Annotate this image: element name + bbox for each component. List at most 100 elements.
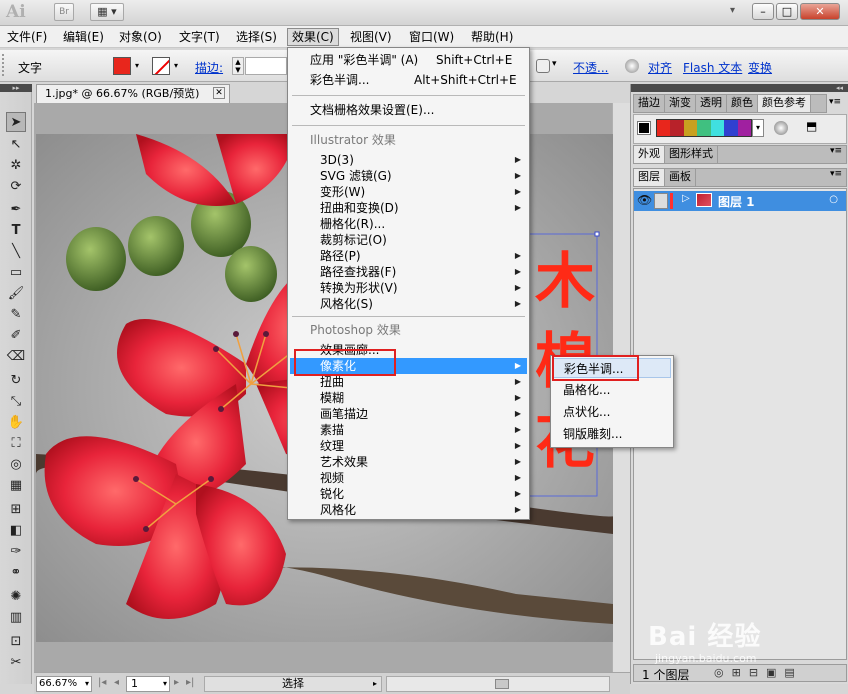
layer-name[interactable]: 图层 1 xyxy=(718,193,755,210)
layer-action-icons[interactable]: ◎⊞⊟▣▤ xyxy=(714,666,803,679)
flash-text-link[interactable]: Flash 文本 xyxy=(683,59,742,76)
menu-item-texture[interactable]: 纹理 ▶ xyxy=(290,438,527,454)
tools-collapse-icon[interactable]: ▸▸ xyxy=(0,84,32,92)
menu-item-convert-to-shape[interactable]: 转换为形状(V) ▶ xyxy=(290,280,527,296)
submenu-item-mezzotint[interactable]: 铜版雕刻... xyxy=(553,424,671,444)
maximize-button[interactable]: □ xyxy=(776,3,798,20)
page-select[interactable]: 1 ▾ xyxy=(126,676,170,692)
visibility-eye-icon[interactable]: 👁 xyxy=(637,193,652,207)
menu-item-crop-marks[interactable]: 裁剪标记(O) xyxy=(290,232,527,248)
harmony-swatch[interactable] xyxy=(657,120,671,136)
transform-link[interactable]: 变换 xyxy=(748,59,772,76)
last-effect-item[interactable]: 彩色半调... Alt+Shift+Ctrl+E xyxy=(290,72,527,88)
harmony-swatches[interactable] xyxy=(656,119,752,137)
save-swatch-group-icon[interactable]: ⬒ xyxy=(806,119,817,133)
tab-stroke[interactable]: 描边 xyxy=(634,95,665,112)
menu-item-sharpen[interactable]: 锐化 ▶ xyxy=(290,486,527,502)
stroke-weight-input[interactable] xyxy=(245,57,287,75)
tab-color-guide[interactable]: 颜色参考 xyxy=(758,95,811,112)
menu-help[interactable]: 帮助(H) xyxy=(471,29,513,47)
perspective-grid-tool-icon[interactable]: ▦ xyxy=(6,476,26,496)
next-page-icon[interactable]: ▸ xyxy=(174,677,179,688)
current-tool-status[interactable]: 选择 ▸ xyxy=(204,676,382,692)
shape-builder-tool-icon[interactable]: ◎ xyxy=(6,455,26,475)
submenu-item-pointillize[interactable]: 点状化... xyxy=(553,402,671,422)
mesh-tool-icon[interactable]: ⊞ xyxy=(6,500,26,520)
layer-row[interactable]: 👁 ▷ 图层 1 ○ xyxy=(634,191,846,211)
menu-select[interactable]: 选择(S) xyxy=(236,29,277,47)
apply-last-effect-item[interactable]: 应用 "彩色半调" (A) Shift+Ctrl+E xyxy=(290,52,527,68)
close-document-icon[interactable]: ✕ xyxy=(213,87,225,99)
artboard-tool-icon[interactable]: ⊡ xyxy=(6,632,26,652)
line-tool-icon[interactable]: ╲ xyxy=(6,242,26,262)
stroke-link[interactable]: 描边: xyxy=(195,59,223,76)
harmony-swatch[interactable] xyxy=(737,120,751,136)
graph-tool-icon[interactable]: ▥ xyxy=(6,608,26,628)
tab-layers[interactable]: 图层 xyxy=(634,169,665,186)
pencil-tool-icon[interactable]: ✎ xyxy=(6,305,26,325)
type-tool-icon[interactable]: T xyxy=(6,221,26,241)
tab-transparency[interactable]: 透明 xyxy=(696,95,727,112)
close-button[interactable]: ✕ xyxy=(800,3,840,20)
blob-brush-tool-icon[interactable]: ✐ xyxy=(6,326,26,346)
harmony-swatch[interactable] xyxy=(697,120,711,136)
appearance-menu-icon[interactable]: ▾≡ xyxy=(830,146,842,156)
menu-item-artistic[interactable]: 艺术效果 ▶ xyxy=(290,454,527,470)
stroke-color-swatch[interactable] xyxy=(152,57,170,75)
opacity-dropdown-icon[interactable]: ▾ xyxy=(552,59,557,69)
zoom-select[interactable]: 66.67% ▾ xyxy=(36,676,92,692)
menu-item-stylize-illustrator[interactable]: 风格化(S) ▶ xyxy=(290,296,527,312)
grip-handle[interactable] xyxy=(2,54,6,76)
free-transform-tool-icon[interactable]: ⛶ xyxy=(6,434,26,454)
gradient-tool-icon[interactable]: ◧ xyxy=(6,521,26,541)
menu-file[interactable]: 文件(F) xyxy=(7,29,47,47)
menu-window[interactable]: 窗口(W) xyxy=(409,29,454,47)
minimize-button[interactable]: – xyxy=(752,3,774,20)
direct-selection-tool-icon[interactable]: ↖ xyxy=(6,135,26,155)
harmony-dropdown-icon[interactable]: ▾ xyxy=(752,119,764,137)
recolor-icon[interactable] xyxy=(625,59,639,73)
stroke-dropdown-icon[interactable]: ▾ xyxy=(171,57,181,75)
menu-item-distort-transform[interactable]: 扭曲和变换(D) ▶ xyxy=(290,200,527,216)
panels-collapse-icon[interactable]: ◂◂ xyxy=(631,84,848,92)
menu-item-path[interactable]: 路径(P) ▶ xyxy=(290,248,527,264)
warp-tool-icon[interactable]: ✋ xyxy=(6,413,26,433)
fill-dropdown-icon[interactable]: ▾ xyxy=(132,57,142,75)
stroke-weight-spinner[interactable]: ▲ ▼ xyxy=(232,57,244,75)
menu-item-pathfinder[interactable]: 路径查找器(F) ▶ xyxy=(290,264,527,280)
harmony-swatch[interactable] xyxy=(724,120,738,136)
menu-effect[interactable]: 效果(C) xyxy=(287,28,339,46)
blend-tool-icon[interactable]: ⚭ xyxy=(6,563,26,583)
menu-item-brush-strokes[interactable]: 画笔描边 ▶ xyxy=(290,406,527,422)
pen-tool-icon[interactable]: ✒ xyxy=(6,200,26,220)
symbol-sprayer-tool-icon[interactable]: ✺ xyxy=(6,587,26,607)
edit-colors-icon[interactable] xyxy=(774,121,788,135)
expand-triangle-icon[interactable]: ▷ xyxy=(682,193,690,204)
menu-edit[interactable]: 编辑(E) xyxy=(63,29,104,47)
tab-artboards[interactable]: 画板 xyxy=(665,169,696,186)
last-page-icon[interactable]: ▸| xyxy=(186,677,194,688)
slice-tool-icon[interactable]: ✂ xyxy=(6,653,26,673)
menu-type[interactable]: 文字(T) xyxy=(179,29,220,47)
menu-item-video[interactable]: 视频 ▶ xyxy=(290,470,527,486)
arrange-documents-button[interactable]: ▦ ▾ xyxy=(90,3,124,21)
menu-item-rasterize[interactable]: 栅格化(R)... xyxy=(290,216,527,232)
menu-item-sketch[interactable]: 素描 ▶ xyxy=(290,422,527,438)
tab-color[interactable]: 颜色 xyxy=(727,95,758,112)
horizontal-scrollbar[interactable] xyxy=(386,676,610,692)
tab-appearance[interactable]: 外观 xyxy=(634,146,665,163)
rotate-tool-icon[interactable]: ↻ xyxy=(6,371,26,391)
harmony-swatch[interactable] xyxy=(670,120,684,136)
paintbrush-tool-icon[interactable]: 🖌 xyxy=(6,284,26,304)
lasso-tool-icon[interactable]: ⟳ xyxy=(6,177,26,197)
menu-view[interactable]: 视图(V) xyxy=(350,29,392,47)
scale-tool-icon[interactable]: ⤡ xyxy=(6,392,26,412)
workspace-dropdown-icon[interactable]: ▾ xyxy=(730,5,735,16)
submenu-item-crystallize[interactable]: 晶格化... xyxy=(553,380,671,400)
opacity-link[interactable]: 不透... xyxy=(573,59,608,76)
tab-graphic-styles[interactable]: 图形样式 xyxy=(665,146,718,163)
rectangle-tool-icon[interactable]: ▭ xyxy=(6,263,26,283)
menu-object[interactable]: 对象(O) xyxy=(119,29,162,47)
layers-menu-icon[interactable]: ▾≡ xyxy=(830,169,842,179)
menu-item-blur[interactable]: 模糊 ▶ xyxy=(290,390,527,406)
